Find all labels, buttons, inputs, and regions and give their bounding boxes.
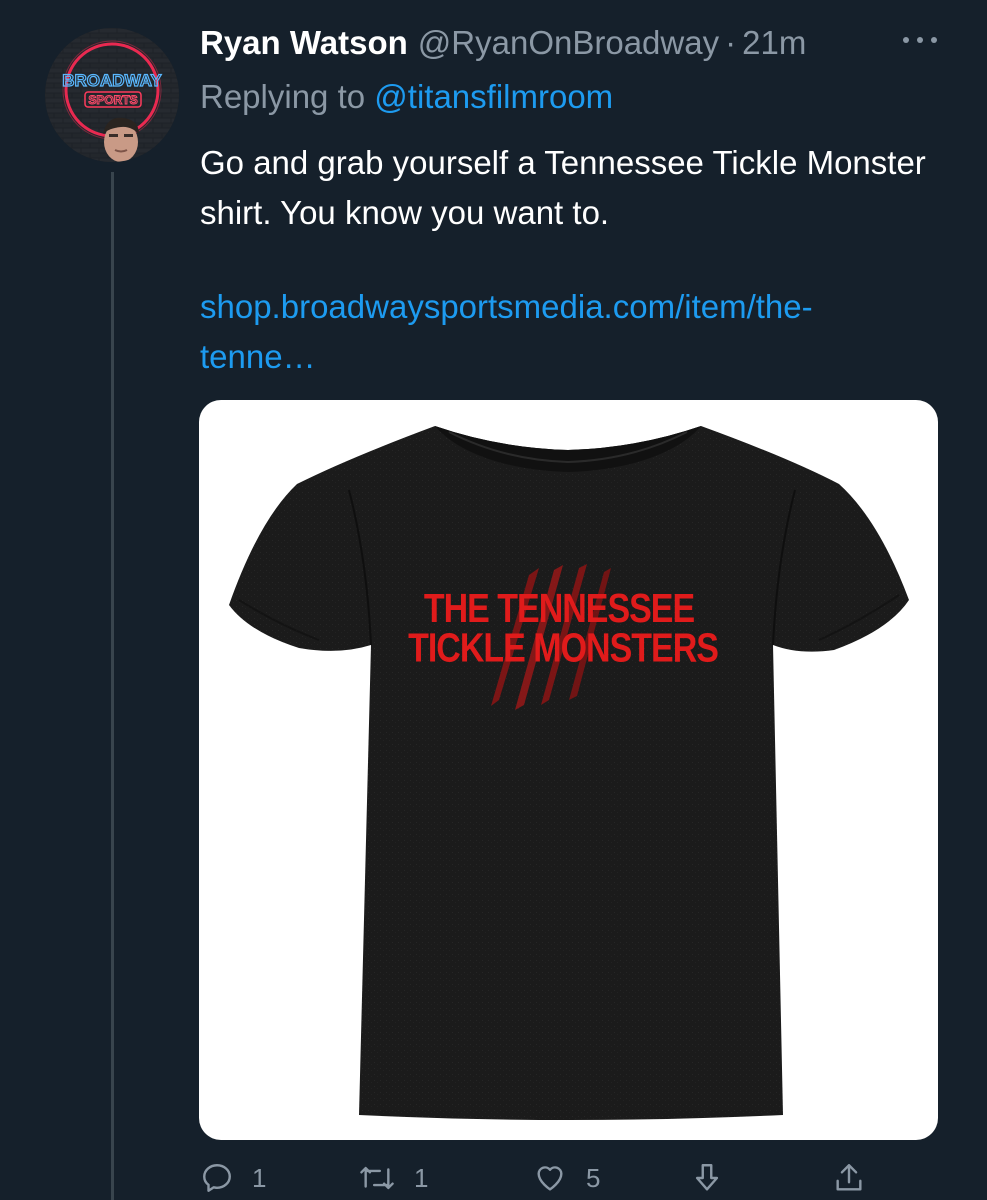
tweet-actions: 1 1 5 bbox=[200, 1156, 900, 1200]
tweet[interactable]: BROADWAY SPORTS Ryan Watson @RyanOnBroad… bbox=[0, 0, 987, 1200]
heart-icon bbox=[537, 1166, 563, 1191]
tweet-text: Go and grab yourself a Tennessee Tickle … bbox=[200, 144, 926, 231]
reply-icon bbox=[203, 1164, 231, 1192]
downvote-button[interactable] bbox=[690, 1156, 724, 1200]
tweet-header: Ryan Watson @RyanOnBroadway · 21m bbox=[200, 24, 806, 68]
thread-line bbox=[111, 172, 114, 1200]
shirt-text-line2: TICKLE MONSTERS bbox=[408, 625, 718, 671]
retweet-icon bbox=[360, 1166, 394, 1190]
reply-count: 1 bbox=[252, 1162, 267, 1193]
reply-mention-link[interactable]: @titansfilmroom bbox=[374, 78, 613, 115]
more-options-icon[interactable] bbox=[903, 34, 937, 46]
reply-button[interactable]: 1 bbox=[200, 1156, 266, 1200]
timestamp[interactable]: 21m bbox=[742, 24, 806, 62]
author-handle[interactable]: @RyanOnBroadway bbox=[418, 24, 719, 62]
author-name[interactable]: Ryan Watson bbox=[200, 24, 408, 62]
share-icon bbox=[836, 1164, 862, 1191]
like-button[interactable]: 5 bbox=[532, 1156, 600, 1200]
avatar-sign-line2: SPORTS bbox=[88, 93, 137, 107]
downvote-icon bbox=[695, 1164, 719, 1191]
share-button[interactable] bbox=[832, 1156, 866, 1200]
avatar[interactable]: BROADWAY SPORTS bbox=[45, 28, 179, 162]
separator: · bbox=[725, 24, 737, 61]
tweet-link[interactable]: shop.broadwaysportsmedia.com/item/the- t… bbox=[200, 282, 960, 382]
avatar-sign-line1: BROADWAY bbox=[62, 71, 162, 90]
tweet-media-image[interactable]: THE TENNESSEE TICKLE MONSTERS bbox=[199, 400, 938, 1140]
retweet-count: 1 bbox=[414, 1162, 429, 1193]
avatar-image: BROADWAY SPORTS bbox=[45, 28, 179, 162]
tweet-link-line2[interactable]: tenne… bbox=[200, 332, 960, 382]
tweet-link-line1[interactable]: shop.broadwaysportsmedia.com/item/the- bbox=[200, 282, 960, 332]
replying-to: Replying to @titansfilmroom bbox=[200, 78, 613, 116]
tshirt-image: THE TENNESSEE TICKLE MONSTERS bbox=[229, 426, 909, 1120]
retweet-button[interactable]: 1 bbox=[358, 1156, 428, 1200]
reply-prefix: Replying to bbox=[200, 78, 366, 115]
like-count: 5 bbox=[586, 1162, 601, 1193]
